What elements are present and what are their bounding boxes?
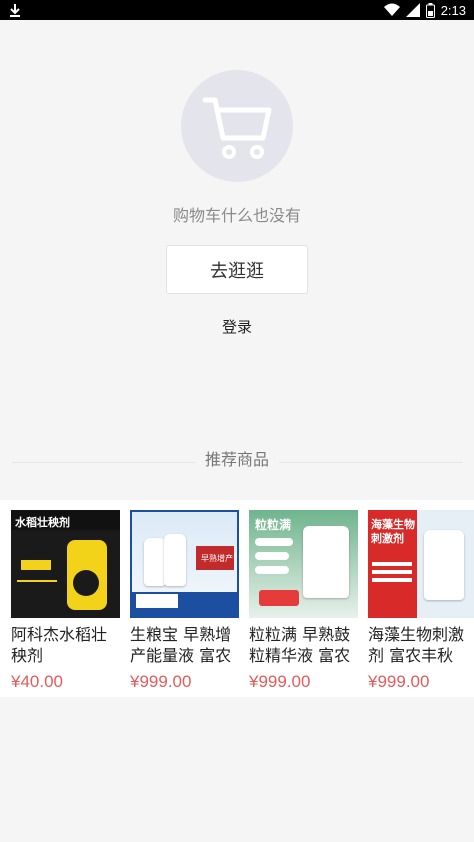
status-bar: 2:13: [0, 0, 474, 20]
product-image[interactable]: 早熟增产: [130, 510, 239, 618]
product-image[interactable]: 粒粒满: [249, 510, 358, 618]
product-name: 阿科杰水稻壮秧剂: [11, 625, 108, 665]
product-card[interactable]: 海藻生物刺激剂 海藻生物刺激剂 富农丰秋 ¥999.00: [368, 510, 474, 692]
product-price: ¥999.00: [249, 672, 311, 691]
product-image[interactable]: 海藻生物刺激剂: [368, 510, 474, 618]
product-name: 生粮宝 早熟增产能量液 富农: [130, 625, 232, 665]
empty-cart-message: 购物车什么也没有: [172, 206, 301, 225]
empty-cart-illustration: [181, 70, 293, 182]
battery-icon: [425, 2, 435, 18]
product-image-text: 早熟增产: [201, 554, 233, 563]
wifi-icon: [383, 3, 400, 16]
product-image-text: 海藻生物刺激剂: [371, 518, 415, 545]
product-price: ¥999.00: [368, 672, 430, 691]
product-price: ¥999.00: [130, 672, 192, 691]
product-name: 海藻生物刺激剂 富农丰秋: [368, 625, 465, 665]
go-shopping-button[interactable]: 去逛逛: [166, 245, 308, 294]
product-price: ¥40.00: [11, 672, 63, 691]
login-link[interactable]: 登录: [0, 316, 474, 337]
product-list[interactable]: 水稻壮秧剂 阿科杰水稻壮秧剂 ¥40.00 早熟增产 生粮宝 早熟增产能量液 富…: [0, 500, 474, 697]
product-card[interactable]: 早熟增产 生粮宝 早熟增产能量液 富农 ¥999.00: [130, 510, 239, 692]
shopping-cart-icon: [202, 97, 272, 159]
recommend-title: 推荐商品: [195, 448, 279, 472]
product-image-text: 粒粒满: [255, 518, 292, 532]
product-image-text: 水稻壮秧剂: [15, 516, 70, 529]
product-name: 粒粒满 早熟鼓粒精华液 富农: [249, 625, 351, 665]
product-card[interactable]: 水稻壮秧剂 阿科杰水稻壮秧剂 ¥40.00: [11, 510, 120, 692]
status-time: 2:13: [440, 2, 466, 18]
product-image[interactable]: 水稻壮秧剂: [11, 510, 120, 618]
product-card[interactable]: 粒粒满 粒粒满 早熟鼓粒精华液 富农 ¥999.00: [249, 510, 358, 692]
signal-icon: [405, 3, 420, 17]
download-icon: [10, 4, 20, 17]
